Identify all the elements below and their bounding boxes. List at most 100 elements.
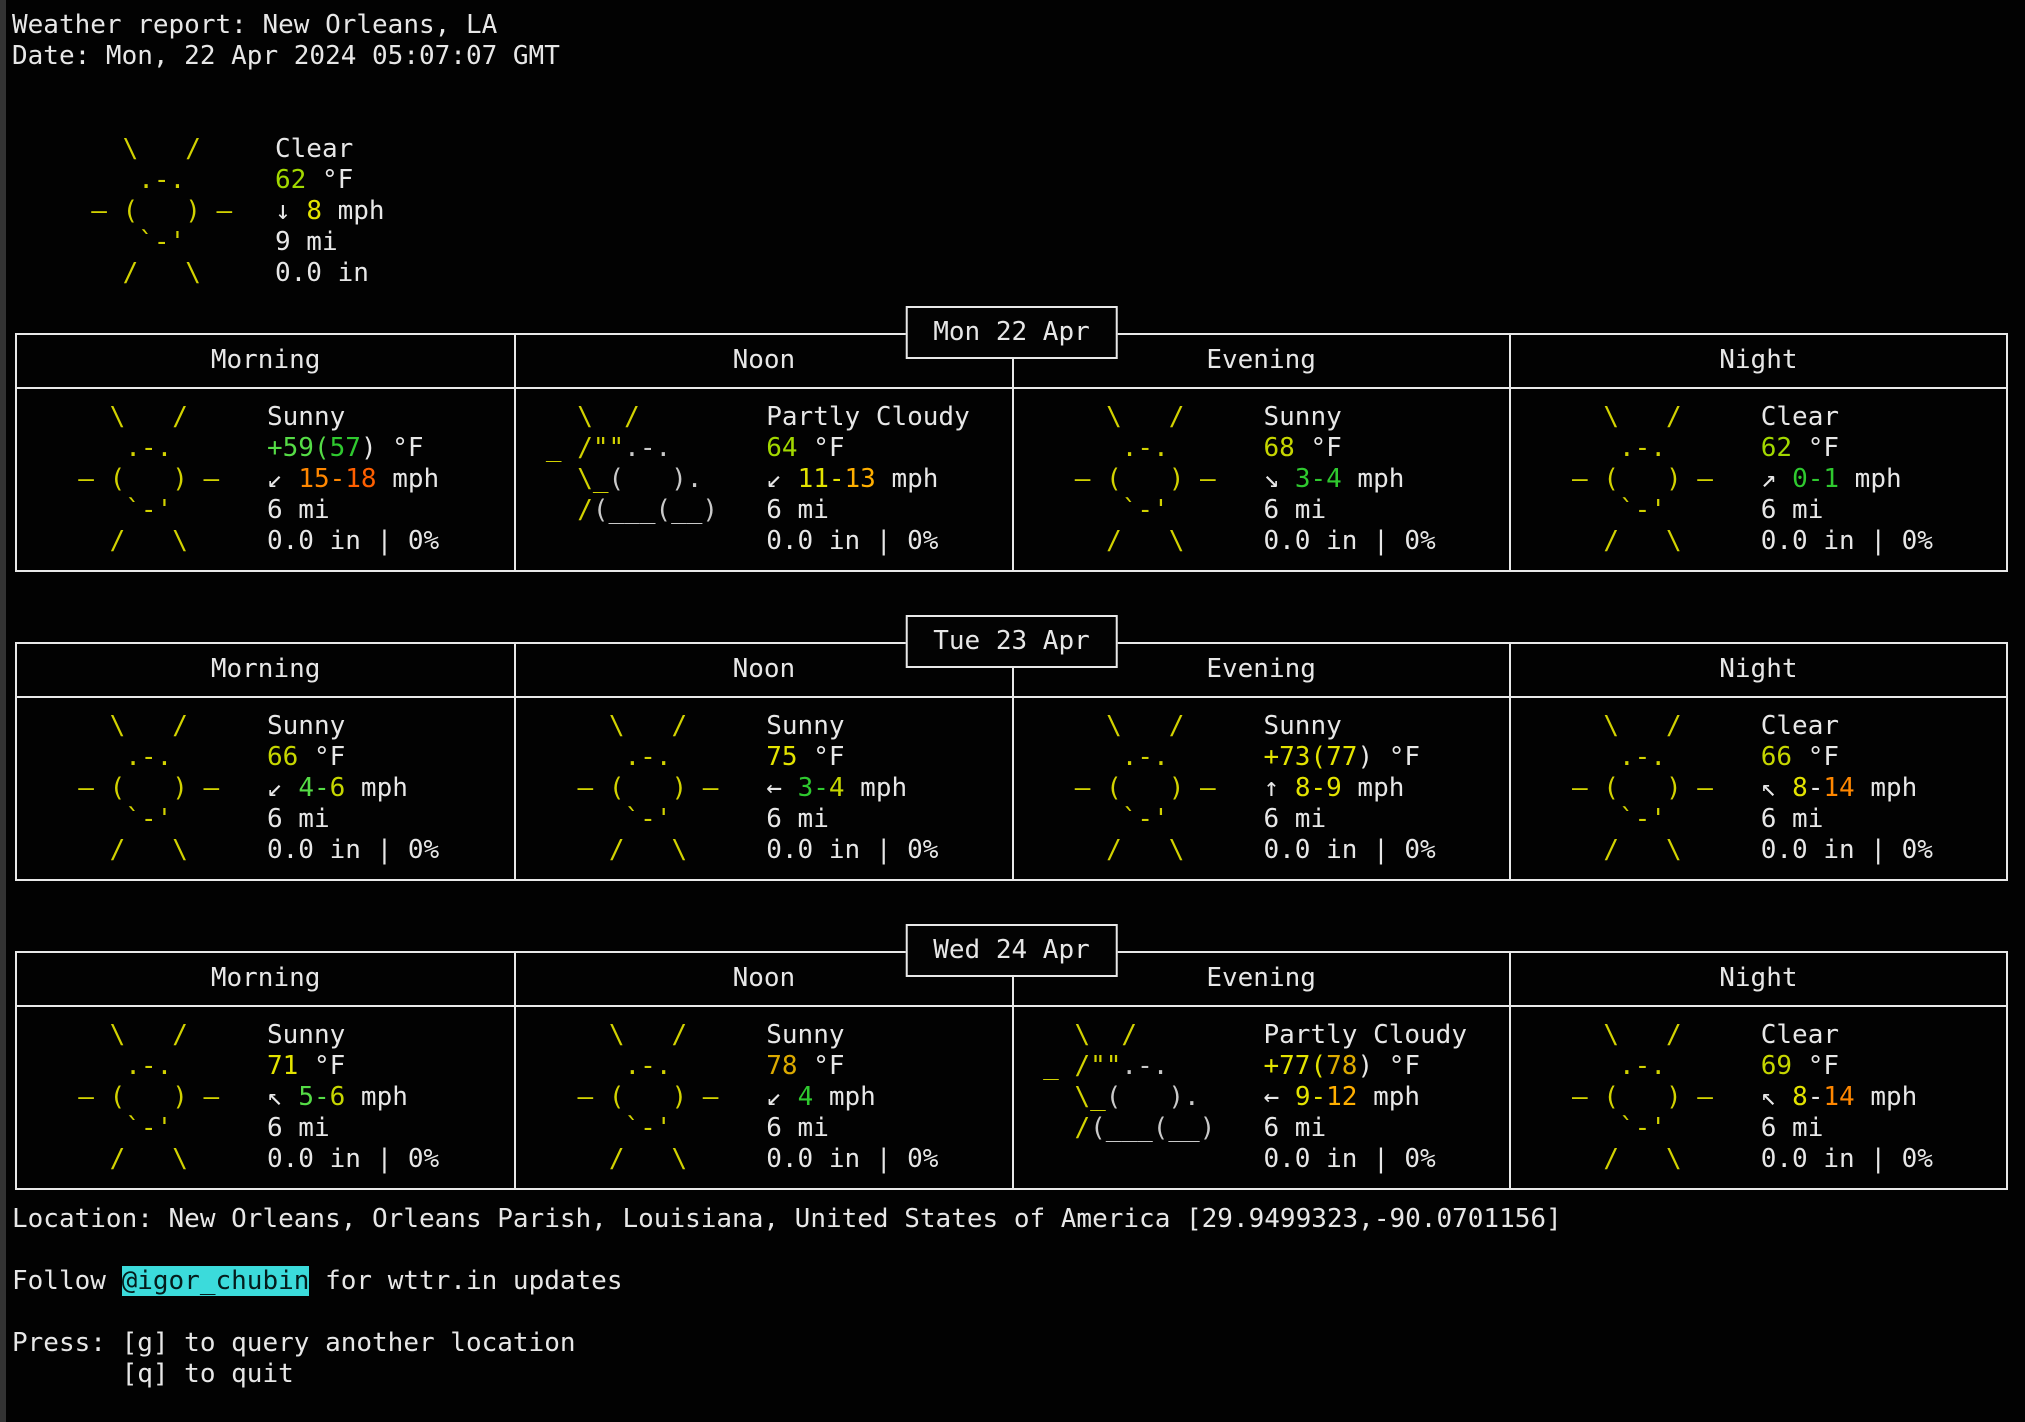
condition-text-segment: Partly Cloudy xyxy=(1264,1020,1468,1050)
temperature-text-segment: °F xyxy=(1792,1051,1839,1081)
forecast-table: MorningNoonEveningNight \ / .-. ― ( ) ― … xyxy=(15,642,2008,881)
precipitation-text: 0.0 in | 0% xyxy=(267,835,439,866)
wind-text: ↙ 4 mph xyxy=(766,1082,938,1113)
temperature-text-segment: 57 xyxy=(330,433,361,463)
temperature-text: +73(77) °F xyxy=(1264,742,1436,773)
temperature-text-segment: 66 xyxy=(267,742,298,772)
wind-text-segment: 13 xyxy=(845,464,876,494)
visibility-text-segment: 6 mi xyxy=(1264,1113,1327,1143)
precipitation-text-segment: 0.0 in xyxy=(275,258,369,288)
precipitation-text-segment: 0.0 in | 0% xyxy=(1761,1144,1933,1174)
temperature-text-segment: °F xyxy=(798,742,845,772)
wind-text-segment: ↖ xyxy=(267,1082,298,1112)
temperature-text-segment: °F xyxy=(306,165,353,195)
visibility-text: 6 mi xyxy=(1761,1113,1933,1144)
precipitation-text: 0.0 in | 0% xyxy=(1761,526,1933,557)
condition-text-segment: Sunny xyxy=(267,1020,345,1050)
temperature-text-segment: 75 xyxy=(766,742,797,772)
period-header: Night xyxy=(1509,953,2006,1007)
sunny-weather-icon: \ / .-. ― ( ) ― `-' / \ xyxy=(1541,1020,1713,1175)
forecast-cell: \ / _ /"" \_ / .-. ( ). (___(__)Partly C… xyxy=(1012,1007,1509,1188)
wind-text-segment: 8 xyxy=(306,196,322,226)
wind-text-segment: - xyxy=(813,773,829,803)
condition-text-segment: Clear xyxy=(275,134,353,164)
wind-text: ↗ 0-1 mph xyxy=(1761,464,1933,495)
precipitation-text-segment: 0.0 in | 0% xyxy=(1264,1144,1436,1174)
wind-text: ↓ 8 mph xyxy=(275,196,385,227)
condition-text-segment: Clear xyxy=(1761,1020,1839,1050)
wind-text-segment: 8-9 xyxy=(1295,773,1342,803)
wind-text-segment: - xyxy=(314,773,330,803)
temperature-text-segment: 78 xyxy=(1326,1051,1357,1081)
sunny-weather-icon: \ / .-. ― ( ) ― `-' / \ xyxy=(1044,711,1216,866)
condition-text-segment: Sunny xyxy=(267,711,345,741)
wind-text-segment: 3-4 xyxy=(1295,464,1342,494)
wind-text-segment: 8 xyxy=(1792,1082,1808,1112)
wind-text-segment: - xyxy=(1808,1082,1824,1112)
wind-text-segment: ↗ xyxy=(1761,464,1792,494)
wind-text: ↖ 5-6 mph xyxy=(267,1082,439,1113)
date-box: Mon 22 Apr xyxy=(905,306,1118,359)
temperature-text-segment: ) °F xyxy=(361,433,424,463)
period-header: Morning xyxy=(17,335,514,389)
forecast-cell: \ / .-. ― ( ) ― `-' / \Sunny68 °F↘ 3-4 m… xyxy=(1012,389,1509,570)
temperature-text-segment: 64 xyxy=(766,433,797,463)
follow-suffix: for wttr.in updates xyxy=(309,1266,622,1296)
visibility-text: 6 mi xyxy=(766,495,970,526)
current-conditions: \ / .-. ― ( ) ― `-' / \ Clear62 °F↓ 8 mp… xyxy=(12,134,2025,289)
period-header: Morning xyxy=(17,644,514,698)
condition-text-segment: Sunny xyxy=(766,711,844,741)
wind-text-segment: ↙ xyxy=(267,773,298,803)
visibility-text-segment: 6 mi xyxy=(766,495,829,525)
visibility-text: 6 mi xyxy=(1761,495,1933,526)
condition-text-segment: Sunny xyxy=(267,402,345,432)
forecast-cell: \ / .-. ― ( ) ― `-' / \ Clear66 °F↖ 8-14 … xyxy=(1509,698,2006,879)
wind-text: ↖ 8-14 mph xyxy=(1761,1082,1933,1113)
precipitation-text-segment: 0.0 in | 0% xyxy=(267,526,439,556)
forecast-day: Mon 22 AprMorningNoonEveningNight \ / .-… xyxy=(15,333,2008,572)
forecast-cell-info: Clear66 °F↖ 8-14 mph6 mi0.0 in | 0% xyxy=(1761,711,1933,866)
condition-text-segment: Sunny xyxy=(766,1020,844,1050)
temperature-text-segment: °F xyxy=(798,1051,845,1081)
clear-weather-icon: \ / .-. ― ( ) ― `-' / \ xyxy=(60,134,232,289)
wind-text-segment: ← xyxy=(766,773,797,803)
date-box: Tue 23 Apr xyxy=(905,615,1118,668)
wind-text-segment: - xyxy=(314,1082,330,1112)
temperature-text: +59(57) °F xyxy=(267,433,439,464)
wind-text-segment: - xyxy=(1808,773,1824,803)
visibility-text-segment: 6 mi xyxy=(267,1113,330,1143)
wind-text-segment: mph xyxy=(845,773,908,803)
wind-text-segment: - xyxy=(1310,1082,1326,1112)
temperature-text-segment: 62 xyxy=(275,165,306,195)
condition-text: Sunny xyxy=(267,1020,439,1051)
condition-text: Sunny xyxy=(1264,711,1436,742)
sunny-weather-icon: \ / .-. ― ( ) ― `-' / \ xyxy=(47,1020,219,1175)
sunny-weather-icon: \ / .-. ― ( ) ― `-' / \ xyxy=(1541,711,1713,866)
wind-text-segment: mph xyxy=(1342,773,1405,803)
forecast-table: MorningNoonEveningNight \ / .-. ― ( ) ― … xyxy=(15,951,2008,1190)
wind-text-segment: 0-1 xyxy=(1792,464,1839,494)
forecast-day: Wed 24 AprMorningNoonEveningNight \ / .-… xyxy=(15,951,2008,1190)
forecast-cell-info: Clear62 °F↗ 0-1 mph6 mi0.0 in | 0% xyxy=(1761,402,1933,557)
wind-text-segment: ↙ xyxy=(267,464,298,494)
temperature-text-segment: +73( xyxy=(1264,742,1327,772)
terminal-output[interactable]: Weather report: New Orleans, LA Date: Mo… xyxy=(0,0,2025,1390)
forecast-cell: \ / .-. ― ( ) ― `-' / \ Clear69 °F↖ 8-14 … xyxy=(1509,1007,2006,1188)
follow-prefix: Follow xyxy=(12,1266,122,1296)
temperature-text-segment: +59( xyxy=(267,433,330,463)
condition-text-segment: Clear xyxy=(1761,402,1839,432)
wind-text: ↘ 3-4 mph xyxy=(1264,464,1436,495)
wind-text-segment: ↙ xyxy=(766,464,797,494)
visibility-text-segment: 6 mi xyxy=(766,804,829,834)
wind-text-segment: 11 xyxy=(798,464,829,494)
forecast-cell-info: Clear69 °F↖ 8-14 mph6 mi0.0 in | 0% xyxy=(1761,1020,1933,1175)
visibility-text-segment: 6 mi xyxy=(1761,495,1824,525)
condition-text: Sunny xyxy=(267,402,439,433)
temperature-text: 71 °F xyxy=(267,1051,439,1082)
wind-text-segment: - xyxy=(330,464,346,494)
wind-text-segment: mph xyxy=(813,1082,876,1112)
sunny-weather-icon: \ / .-. ― ( ) ― `-' / \ xyxy=(47,402,219,557)
key-hints: Press: [g] to query another location [q]… xyxy=(12,1328,2025,1390)
partly-cloudy-icon-cloud-layer: .-. ( ). (___(__) xyxy=(530,402,718,526)
wind-text-segment: 18 xyxy=(345,464,376,494)
